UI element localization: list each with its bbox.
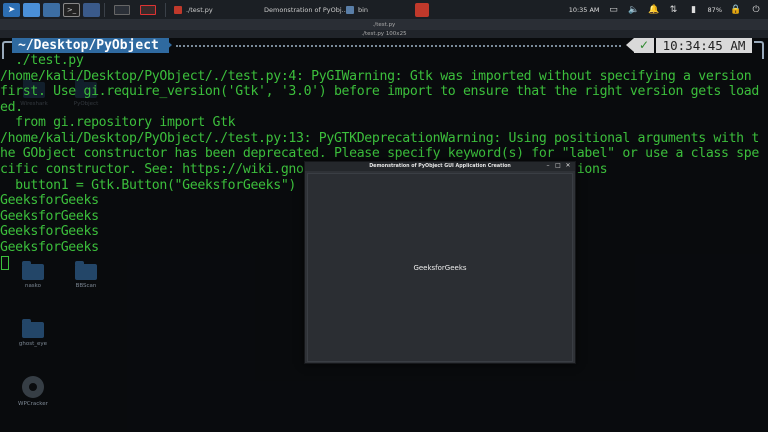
battery-icon[interactable]: ▮ xyxy=(688,4,700,16)
folder-task-icon xyxy=(346,5,354,14)
desktop-icon-ghost-eye[interactable]: ghost_eye xyxy=(13,319,53,347)
terminal-line: ed. xyxy=(0,100,23,115)
prompt-time: 10:34:45 AM xyxy=(656,38,752,53)
task-label: bin xyxy=(358,5,369,14)
file-manager-icon[interactable] xyxy=(23,2,40,17)
task-bin[interactable]: bin xyxy=(342,2,412,18)
terminal-line: GeeksforGeeks xyxy=(0,209,99,224)
terminal-line: /home/kali/Desktop/PyObject/./test.py:13… xyxy=(0,131,759,146)
notification-bell-icon[interactable]: 🔔 xyxy=(648,4,660,16)
folder-icon[interactable] xyxy=(43,2,60,17)
close-icon[interactable]: ✕ xyxy=(565,163,571,169)
power-icon[interactable]: ⏻ xyxy=(750,4,762,16)
terminal-line: from gi.repository import Gtk xyxy=(0,115,236,130)
terminal-task-icon xyxy=(174,5,182,14)
top-panel: ➤ >_ ./test.py Demonstration of PyObj...… xyxy=(0,0,768,20)
monitor-icon[interactable]: ▭ xyxy=(608,4,620,16)
desktop-icon-wpcracker[interactable]: WPCracker xyxy=(13,376,53,407)
terminal-line: ./test.py xyxy=(0,53,84,68)
clock[interactable]: 10:35 AM xyxy=(569,6,600,14)
panel-separator xyxy=(104,2,105,17)
task-terminal[interactable]: ./test.py xyxy=(170,2,256,18)
system-tray: 10:35 AM ▭ 🔈 🔔 ⇅ ▮ 87% 🔒 ⏻ xyxy=(569,4,768,16)
terminal-line: he GObject constructor has been deprecat… xyxy=(0,146,759,161)
app-content: GeeksforGeeks xyxy=(307,173,573,362)
terminal-cursor xyxy=(1,256,9,270)
task-label: Demonstration of PyObj... xyxy=(264,5,348,14)
terminal-icon[interactable]: >_ xyxy=(63,2,80,17)
task-app-window[interactable]: Demonstration of PyObj... xyxy=(256,2,348,18)
kali-menu-icon[interactable]: ➤ xyxy=(3,2,20,17)
lock-icon[interactable]: 🔒 xyxy=(730,4,742,16)
desktop-icon-nasko[interactable]: nasko xyxy=(13,261,53,289)
browser-icon[interactable] xyxy=(83,2,100,17)
task-label: ./test.py xyxy=(186,5,213,14)
gtk-app-window[interactable]: Demonstration of PyObject GUI Applicatio… xyxy=(304,161,576,364)
terminal-tab-bar[interactable]: ./test.py 100x25 xyxy=(0,30,768,38)
terminal-titlebar[interactable]: ./test.py xyxy=(0,20,768,30)
maximize-icon[interactable]: □ xyxy=(555,163,561,169)
terminal-line: first. Use gi.require_version('Gtk', '3.… xyxy=(0,84,759,99)
check-icon: ✓ xyxy=(634,38,654,53)
prompt-corner-right xyxy=(754,41,764,59)
prompt-path: ~/Desktop/PyObject xyxy=(12,38,169,53)
geeksforgeeks-button[interactable]: GeeksforGeeks xyxy=(407,260,472,276)
gear-icon xyxy=(22,376,44,398)
prompt-segment-arrow xyxy=(164,38,172,52)
network-icon[interactable]: ⇅ xyxy=(668,4,680,16)
desktop-icon-bbscan[interactable]: BBScan xyxy=(66,261,106,289)
workspace-1[interactable] xyxy=(109,2,135,18)
terminal-line: GeeksforGeeks xyxy=(0,240,99,255)
red-app-icon[interactable] xyxy=(415,2,429,17)
terminal-line: button1 = Gtk.Button("GeeksforGeeks") xyxy=(0,178,296,193)
app-title: Demonstration of PyObject GUI Applicatio… xyxy=(369,164,511,169)
app-titlebar[interactable]: Demonstration of PyObject GUI Applicatio… xyxy=(305,162,575,171)
minimize-icon[interactable]: – xyxy=(545,163,551,169)
terminal-line: GeeksforGeeks xyxy=(0,224,99,239)
battery-percent: 87% xyxy=(707,5,722,14)
volume-icon[interactable]: 🔈 xyxy=(628,4,640,16)
shell-prompt: ~/Desktop/PyObject ✓ 10:34:45 AM xyxy=(0,38,768,59)
terminal-line: GeeksforGeeks xyxy=(0,193,99,208)
prompt-segment-arrow xyxy=(626,38,634,52)
terminal-line: /home/kali/Desktop/PyObject/./test.py:4:… xyxy=(0,69,752,84)
workspace-2[interactable] xyxy=(135,2,161,18)
prompt-filler xyxy=(176,45,621,47)
panel-separator xyxy=(165,2,166,17)
